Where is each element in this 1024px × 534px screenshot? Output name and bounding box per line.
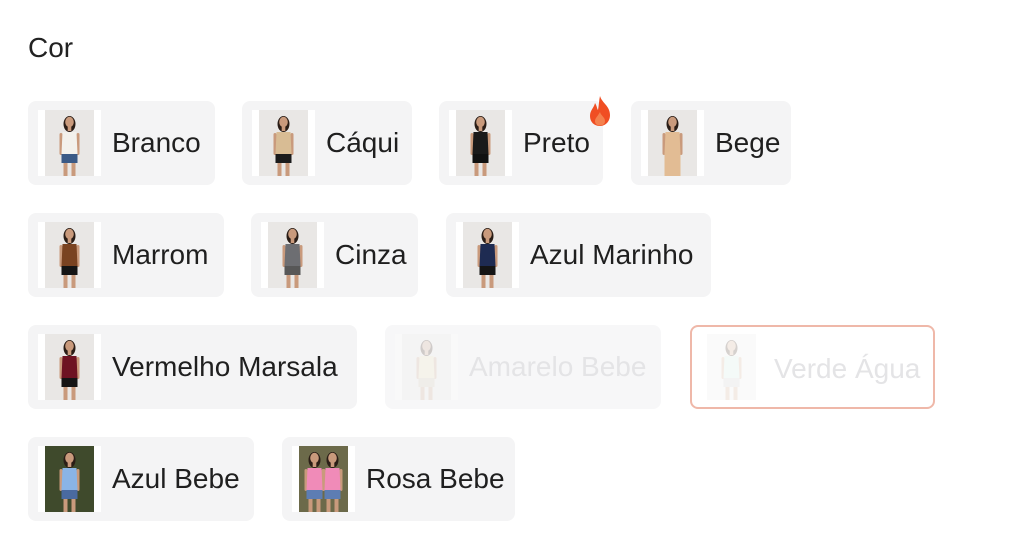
color-option-label: Azul Marinho bbox=[530, 239, 694, 270]
color-option-verde-agua[interactable]: Verde Água bbox=[690, 325, 935, 409]
color-option-bege[interactable]: Bege bbox=[631, 101, 791, 185]
color-option-thumbnail bbox=[641, 110, 704, 176]
color-option-azul-marinho[interactable]: Azul Marinho bbox=[446, 213, 711, 297]
color-option-branco[interactable]: Branco bbox=[28, 101, 215, 185]
color-option-rosa-bebe[interactable]: Rosa Bebe bbox=[282, 437, 515, 521]
color-option-thumbnail bbox=[38, 334, 101, 400]
color-option-thumbnail bbox=[700, 334, 763, 400]
color-option-label: Branco bbox=[112, 127, 201, 158]
color-option-preto[interactable]: Preto bbox=[439, 101, 603, 185]
color-option-caqui[interactable]: Cáqui bbox=[242, 101, 412, 185]
color-option-label: Cinza bbox=[335, 239, 407, 270]
color-option-marrom[interactable]: Marrom bbox=[28, 213, 224, 297]
color-option-label: Azul Bebe bbox=[112, 463, 240, 494]
color-option-thumbnail bbox=[38, 446, 101, 512]
color-option-thumbnail bbox=[38, 110, 101, 176]
color-option-vermelho-marsala[interactable]: Vermelho Marsala bbox=[28, 325, 357, 409]
color-option-thumbnail bbox=[261, 222, 324, 288]
color-option-thumbnail bbox=[449, 110, 512, 176]
color-option-thumbnail bbox=[456, 222, 519, 288]
flame-icon bbox=[587, 95, 613, 127]
section-label: Cor bbox=[28, 32, 74, 63]
color-option-label: Verde Água bbox=[774, 353, 921, 384]
color-option-thumbnail bbox=[395, 334, 458, 400]
color-option-cinza[interactable]: Cinza bbox=[251, 213, 418, 297]
color-option-label: Amarelo Bebe bbox=[469, 351, 647, 382]
color-option-label: Marrom bbox=[112, 239, 209, 270]
color-option-thumbnail bbox=[292, 446, 355, 512]
color-option-label: Rosa Bebe bbox=[366, 463, 505, 494]
color-option-thumbnail bbox=[38, 222, 101, 288]
color-option-label: Preto bbox=[523, 127, 590, 158]
color-option-azul-bebe[interactable]: Azul Bebe bbox=[28, 437, 254, 521]
color-option-label: Vermelho Marsala bbox=[112, 351, 338, 382]
color-option-label: Bege bbox=[715, 127, 781, 158]
color-option-label: Cáqui bbox=[326, 127, 400, 158]
color-option-amarelo-bebe[interactable]: Amarelo Bebe bbox=[385, 325, 661, 409]
color-option-thumbnail bbox=[252, 110, 315, 176]
